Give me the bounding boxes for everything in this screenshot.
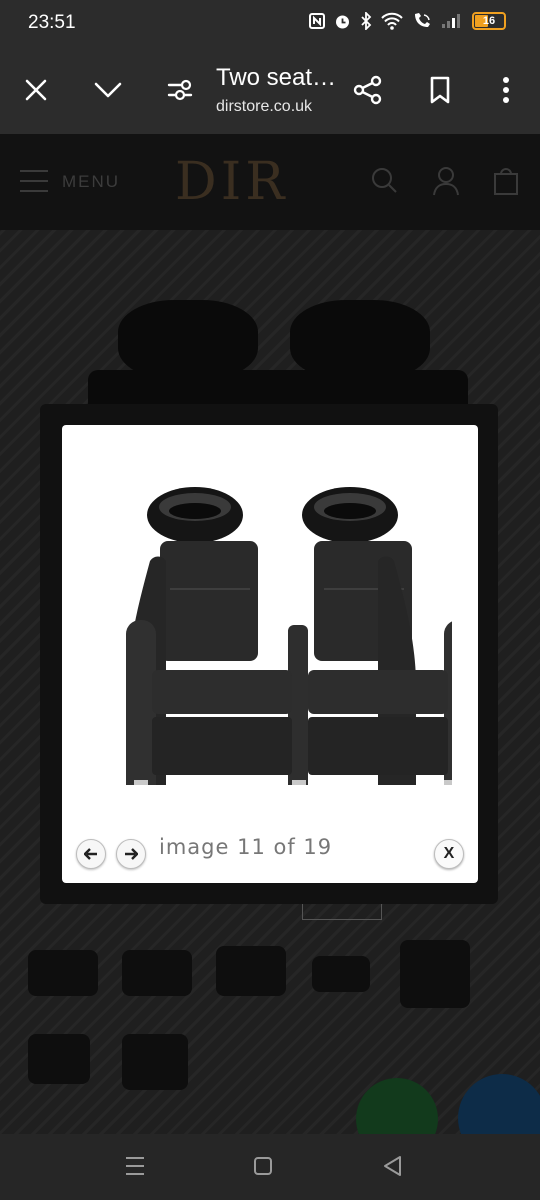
arrow-left-icon xyxy=(84,848,97,860)
page-url: dirstore.co.uk xyxy=(216,98,313,115)
product-image-shampoo-unit xyxy=(126,487,452,785)
wifi-calling-icon xyxy=(415,13,430,27)
back-icon[interactable] xyxy=(382,1154,402,1178)
share-button[interactable] xyxy=(346,68,390,112)
bookmark-button[interactable] xyxy=(418,68,462,112)
recents-icon[interactable] xyxy=(124,1154,146,1178)
bluetooth-icon xyxy=(361,12,372,30)
background-product-image xyxy=(290,300,430,380)
status-time: 23:51 xyxy=(28,12,76,33)
more-vert-icon xyxy=(503,77,509,103)
page-settings-button[interactable] xyxy=(158,68,202,112)
image-lightbox: image 11 of 19 X xyxy=(62,425,478,883)
status-bar: 23:51 16 xyxy=(0,0,540,48)
thumbnail[interactable] xyxy=(216,946,286,996)
signal-icon xyxy=(442,14,460,28)
account-icon[interactable] xyxy=(432,166,460,196)
nfc-icon xyxy=(309,13,325,29)
system-navigation-bar xyxy=(0,1134,540,1200)
thumbnail[interactable] xyxy=(122,1034,188,1090)
minimize-button[interactable] xyxy=(86,68,130,112)
page-settings-icon xyxy=(167,79,193,101)
background-product-image xyxy=(118,300,258,380)
site-header: MENU DIR xyxy=(0,134,540,230)
thumbnail[interactable] xyxy=(122,950,192,996)
hamburger-icon[interactable] xyxy=(20,170,48,200)
whatsapp-button[interactable] xyxy=(356,1078,438,1134)
thumbnail[interactable] xyxy=(400,940,470,1008)
wifi-icon xyxy=(381,12,403,30)
alarm-icon xyxy=(336,15,349,28)
close-tab-button[interactable] xyxy=(14,68,58,112)
site-logo[interactable]: DIR xyxy=(175,152,288,212)
image-counter: image 11 of 19 xyxy=(159,835,333,859)
chevron-down-icon xyxy=(94,82,122,98)
search-icon[interactable] xyxy=(370,166,398,194)
home-icon[interactable] xyxy=(253,1154,273,1178)
custom-tab-toolbar: Two seat… dirstore.co.uk xyxy=(0,48,540,134)
previous-image-button[interactable] xyxy=(76,839,106,869)
cart-icon[interactable] xyxy=(492,166,520,196)
status-icons: 16 xyxy=(309,12,506,30)
next-image-button[interactable] xyxy=(116,839,146,869)
thumbnail[interactable] xyxy=(28,1034,90,1084)
share-icon xyxy=(353,75,382,105)
thumbnail[interactable] xyxy=(312,956,370,992)
thumbnail[interactable] xyxy=(28,950,98,996)
close-icon xyxy=(25,79,47,101)
battery-level: 16 xyxy=(482,15,496,27)
page-title: Two seat… xyxy=(216,64,337,91)
bookmark-icon xyxy=(430,76,450,104)
close-lightbox-button[interactable]: X xyxy=(434,839,464,869)
menu-label[interactable]: MENU xyxy=(62,172,120,192)
more-options-button[interactable] xyxy=(484,68,528,112)
chat-button[interactable] xyxy=(458,1074,540,1134)
arrow-right-icon xyxy=(125,848,138,860)
close-icon: X xyxy=(443,845,455,862)
battery-icon: 16 xyxy=(472,12,506,30)
